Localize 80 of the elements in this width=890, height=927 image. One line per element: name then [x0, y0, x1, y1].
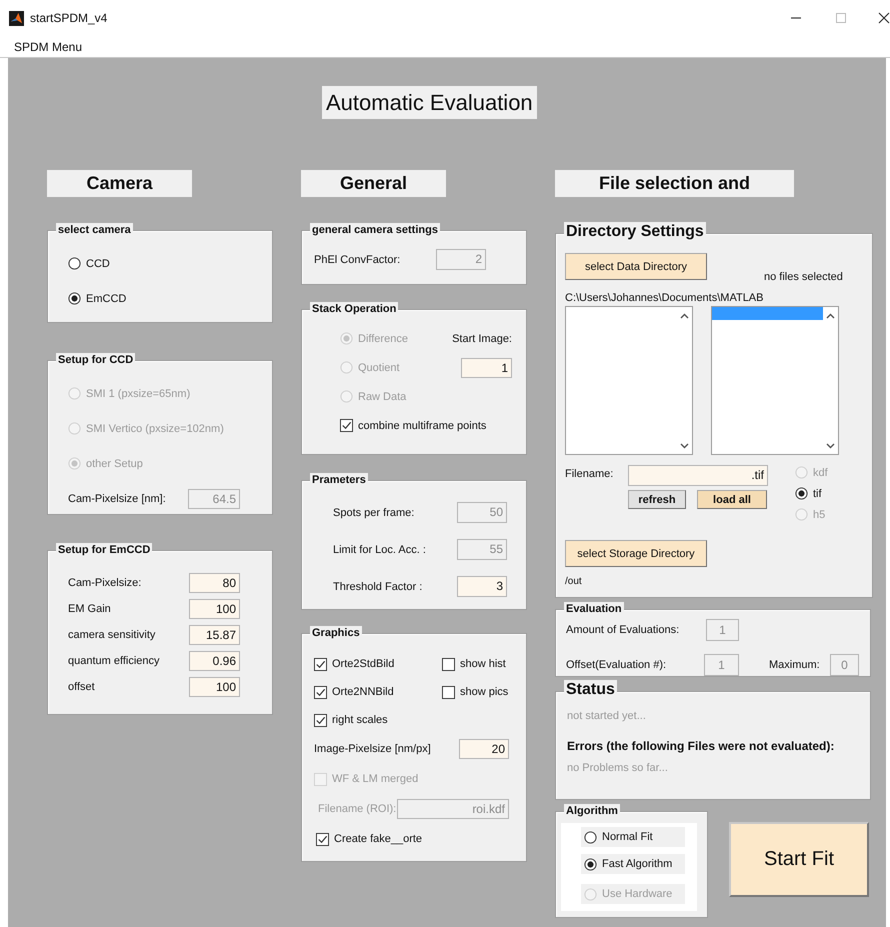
page-heading: Automatic Evaluation	[322, 86, 537, 119]
radio-icon[interactable]	[584, 858, 597, 870]
files-status: no files selected	[764, 271, 843, 283]
menu-item[interactable]: SPDM Menu	[14, 40, 82, 54]
checkbox-icon[interactable]	[314, 686, 327, 698]
field-label: Threshold Factor :	[333, 580, 422, 592]
chevron-down-icon[interactable]	[680, 443, 689, 449]
storage-path: /out	[565, 576, 583, 587]
checkbox-option[interactable]: combine multiframe points	[340, 418, 512, 433]
text-field[interactable]: 3	[457, 576, 507, 597]
text-field[interactable]: 100	[189, 599, 240, 619]
panel-title: Stack Operation	[310, 302, 398, 316]
text-field[interactable]: 100	[189, 677, 240, 697]
panel-title: Setup for CCD	[56, 353, 136, 367]
field-label: Cam-Pixelsize:	[68, 577, 142, 589]
app-icon	[9, 10, 24, 26]
text-field[interactable]: .tif	[628, 465, 768, 486]
radio-option[interactable]: Fast Algorithm	[581, 854, 685, 874]
field-label: camera sensitivity	[68, 629, 156, 641]
checkbox-option[interactable]: Orte2StdBild	[314, 656, 442, 672]
field-label: Spots per frame:	[333, 506, 414, 518]
field-label: offset	[68, 681, 95, 693]
checkbox-icon[interactable]	[314, 714, 327, 726]
section-heading: Camera	[47, 170, 192, 197]
chevron-down-icon[interactable]	[826, 443, 835, 449]
radio-option[interactable]: CCD	[68, 256, 272, 271]
window-title: startSPDM_v4	[30, 11, 108, 25]
radio-option[interactable]: tif	[795, 486, 828, 501]
errors-heading: Errors (the following Files were not evaluated):	[567, 739, 836, 753]
checkbox-option[interactable]: show hist	[442, 656, 509, 672]
load-all-button[interactable]: load all	[697, 490, 767, 509]
field-label: quantum efficiency	[68, 655, 160, 667]
errors-message: no Problems so far...	[567, 762, 669, 774]
field-label: Maximum:	[769, 659, 820, 671]
close-icon[interactable]	[878, 12, 890, 24]
panel-title: general camera settings	[310, 223, 440, 237]
checkbox-option[interactable]: Create fake__orte	[316, 832, 422, 846]
text-field[interactable]: 20	[459, 739, 509, 759]
field-label: Limit for Loc. Acc. :	[333, 544, 426, 556]
directory-path: C:\Users\Johannes\Documents\MATLAB	[565, 292, 764, 304]
radio-icon[interactable]	[68, 292, 81, 305]
field-label: Image-Pixelsize [nm/px]	[314, 743, 431, 755]
field-label: Cam-Pixelsize [nm]:	[68, 493, 166, 505]
radio-icon[interactable]	[68, 257, 81, 270]
checkbox-icon[interactable]	[316, 832, 329, 846]
text-field[interactable]: 0.96	[189, 651, 240, 671]
start-fit-button[interactable]: Start Fit	[729, 822, 869, 897]
radio-icon[interactable]	[795, 487, 808, 500]
chevron-up-icon[interactable]	[826, 313, 835, 319]
field-label: Amount of Evaluations:	[566, 624, 680, 636]
refresh-button[interactable]: refresh	[628, 490, 686, 509]
panel-title: Algorithm	[564, 804, 620, 818]
checkbox-icon[interactable]	[340, 419, 353, 432]
field-label: Start Image:	[452, 332, 512, 344]
checkbox-option[interactable]: show pics	[442, 684, 509, 700]
field-label: Filename (ROI):	[318, 803, 396, 815]
status-message: not started yet...	[567, 710, 647, 722]
radio-icon[interactable]	[584, 830, 597, 844]
section-heading: General	[301, 170, 446, 197]
field-label: EM Gain	[68, 603, 111, 615]
checkbox-icon[interactable]	[314, 658, 327, 670]
text-field[interactable]: 1	[461, 358, 512, 378]
select-storage-directory-button[interactable]: select Storage Directory	[565, 540, 707, 567]
panel-title: Graphics	[310, 626, 362, 640]
field-label: PhEl ConvFactor:	[314, 254, 400, 266]
checkbox-icon[interactable]	[442, 658, 455, 670]
field-label: Offset(Evaluation #):	[566, 659, 666, 671]
checkbox-icon[interactable]	[442, 686, 455, 698]
select-data-directory-button[interactable]: select Data Directory	[565, 253, 707, 280]
field-label: Filename:	[565, 467, 614, 480]
radio-option[interactable]: Normal Fit	[581, 827, 685, 847]
radio-option[interactable]: EmCCD	[68, 291, 272, 306]
checkbox-option[interactable]: Orte2NNBild	[314, 684, 442, 700]
text-field[interactable]: 80	[189, 573, 240, 593]
section-heading: File selection and	[555, 170, 794, 197]
checkbox-option[interactable]: right scales	[314, 712, 442, 728]
panel-title: Setup for EmCCD	[56, 543, 152, 557]
chevron-up-icon[interactable]	[680, 313, 689, 319]
panel-title: Directory Settings	[564, 222, 706, 242]
text-field[interactable]: 15.87	[189, 625, 240, 645]
